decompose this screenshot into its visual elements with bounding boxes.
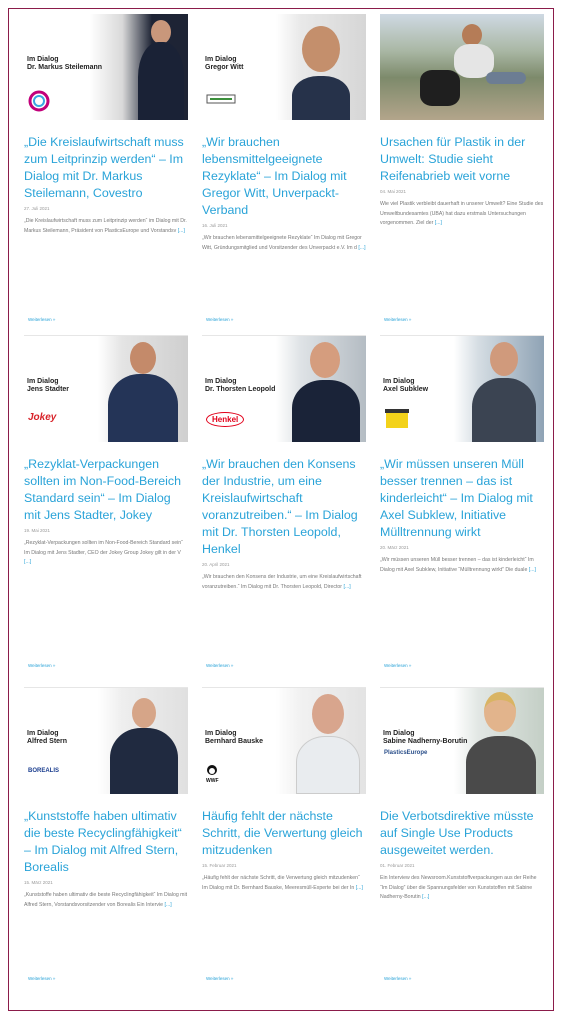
read-more-link[interactable]: Weiterlesen » (28, 663, 55, 668)
article-title[interactable]: „Wir müssen unseren Müll besser trennen … (380, 456, 544, 541)
article-title[interactable]: „Die Kreislaufwirtschaft muss zum Leitpr… (24, 134, 188, 202)
jokey-logo: Jokey (28, 412, 57, 423)
article-title[interactable]: „Rezyklat-Verpackungen sollten im Non-Fo… (24, 456, 188, 524)
borealis-logo: BOREALIS (28, 768, 60, 774)
dialog-caption: Im Dialog Gregor Witt (205, 56, 244, 71)
article-date: 16. Juli 2021 (202, 223, 228, 228)
article-title[interactable]: „Kunststoffe haben ultimativ die beste R… (24, 808, 188, 876)
dialog-caption: Im Dialog Dr. Thorsten Leopold (205, 378, 276, 393)
article-thumbnail[interactable]: Im Dialog Alfred Stern BOREALIS (24, 688, 188, 794)
article-title[interactable]: Häufig fehlt der nächste Schritt, die Ve… (202, 808, 366, 859)
article-date: 15. März 2021 (24, 880, 53, 885)
article-card: Im Dialog Dr. Markus Steilemann „Die Krei… (24, 14, 188, 336)
article-thumbnail[interactable] (380, 14, 544, 120)
article-title[interactable]: „Wir brauchen lebensmittelgeeignete Rezy… (202, 134, 366, 219)
covestro-logo-icon (28, 90, 50, 114)
article-excerpt: Ein Interview des Newsroom.Kunststoffver… (380, 875, 537, 900)
article-excerpt: Wie viel Plastik verbleibt dauerhaft in … (380, 201, 544, 226)
article-thumbnail[interactable]: Im Dialog Axel Subklew (380, 336, 544, 442)
article-thumbnail[interactable]: Im Dialog Dr. Markus Steilemann (24, 14, 188, 120)
article-date: 19. Mai 2021 (24, 528, 51, 533)
read-more-link[interactable]: Weiterlesen » (206, 317, 233, 322)
article-excerpt: „Wir brauchen den Konsens der Industrie,… (202, 574, 362, 590)
dialog-caption: Im Dialog Alfred Stern (27, 730, 68, 745)
article-card: Im Dialog Axel Subklew „Wir müssen unsere… (380, 336, 544, 688)
dialog-caption: Im Dialog Bernhard Bauske (205, 730, 263, 745)
read-more-link[interactable]: Weiterlesen » (384, 317, 411, 322)
article-excerpt: „Die Kreislaufwirtschaft muss zum Leitpr… (24, 218, 187, 234)
dialog-caption: Im Dialog Axel Subklew (383, 378, 429, 393)
read-more-link[interactable]: Weiterlesen » (384, 976, 411, 981)
article-excerpt: „Rezyklat-Verpackungen sollten im Non-Fo… (24, 540, 183, 565)
article-card: Im Dialog Sabine Nadherny-Borutin Plastic… (380, 688, 544, 998)
panda-icon (207, 765, 217, 775)
article-date: 15. Februar 2021 (202, 863, 237, 868)
plasticseurope-logo: PlasticsEurope (384, 750, 428, 756)
unverpackt-logo-icon (206, 92, 236, 108)
article-excerpt: „Kunststoffe haben ultimativ die beste R… (24, 892, 188, 908)
article-card: Im Dialog Gregor Witt „Wir brauchen leben… (202, 14, 366, 336)
dialog-caption: Im Dialog Dr. Markus Steilemann (27, 56, 103, 71)
article-thumbnail[interactable]: Im Dialog Bernhard Bauske WWF (202, 688, 366, 794)
article-date: 20. März 2021 (380, 545, 409, 550)
read-more-link[interactable]: Weiterlesen » (28, 976, 55, 981)
article-card: Im Dialog Alfred Stern BOREALIS „Kunststo… (24, 688, 188, 998)
dialog-caption: Im Dialog Sabine Nadherny-Borutin (383, 730, 468, 745)
dialog-caption: Im Dialog Jens Stadter (27, 378, 70, 393)
article-card: Im Dialog Jens Stadter Jokey „Rezyklat-Ve… (24, 336, 188, 688)
read-more-link[interactable]: Weiterlesen » (384, 663, 411, 668)
article-card: Ursachen für Plastik in der Umwelt: Stud… (380, 14, 544, 336)
article-card: Im Dialog Dr. Thorsten Leopold Henkel „Wi… (202, 336, 366, 688)
article-grid: Im Dialog Dr. Markus Steilemann „Die Krei… (24, 14, 544, 998)
article-thumbnail[interactable]: Im Dialog Sabine Nadherny-Borutin Plastic… (380, 688, 544, 794)
article-date: 04. Mai 2021 (380, 189, 407, 194)
muelltrennung-logo-icon (384, 408, 410, 432)
read-more-link[interactable]: Weiterlesen » (206, 663, 233, 668)
article-date: 20. April 2021 (202, 562, 230, 567)
article-thumbnail[interactable]: Im Dialog Dr. Thorsten Leopold Henkel (202, 336, 366, 442)
article-title[interactable]: „Wir brauchen den Konsens der Industrie,… (202, 456, 366, 558)
read-more-link[interactable]: Weiterlesen » (206, 976, 233, 981)
read-more-link[interactable]: Weiterlesen » (28, 317, 55, 322)
article-thumbnail[interactable]: Im Dialog Jens Stadter Jokey (24, 336, 188, 442)
article-card: Im Dialog Bernhard Bauske WWF Häufig fehl… (202, 688, 366, 998)
article-excerpt: „Wir brauchen lebensmittelgeeignete Rezy… (202, 235, 366, 251)
article-title[interactable]: Ursachen für Plastik in der Umwelt: Stud… (380, 134, 544, 185)
article-excerpt: „Wir müssen unseren Müll besser trennen … (380, 557, 537, 573)
article-excerpt: „Häufig fehlt der nächste Schritt, die V… (202, 875, 363, 891)
wwf-logo: WWF (206, 764, 219, 784)
article-thumbnail[interactable]: Im Dialog Gregor Witt (202, 14, 366, 120)
article-date: 27. Juli 2021 (24, 206, 50, 211)
article-title[interactable]: Die Verbotsdirektive müsste auf Single U… (380, 808, 544, 859)
henkel-logo: Henkel (206, 412, 245, 427)
article-date: 01. Februar 2021 (380, 863, 415, 868)
